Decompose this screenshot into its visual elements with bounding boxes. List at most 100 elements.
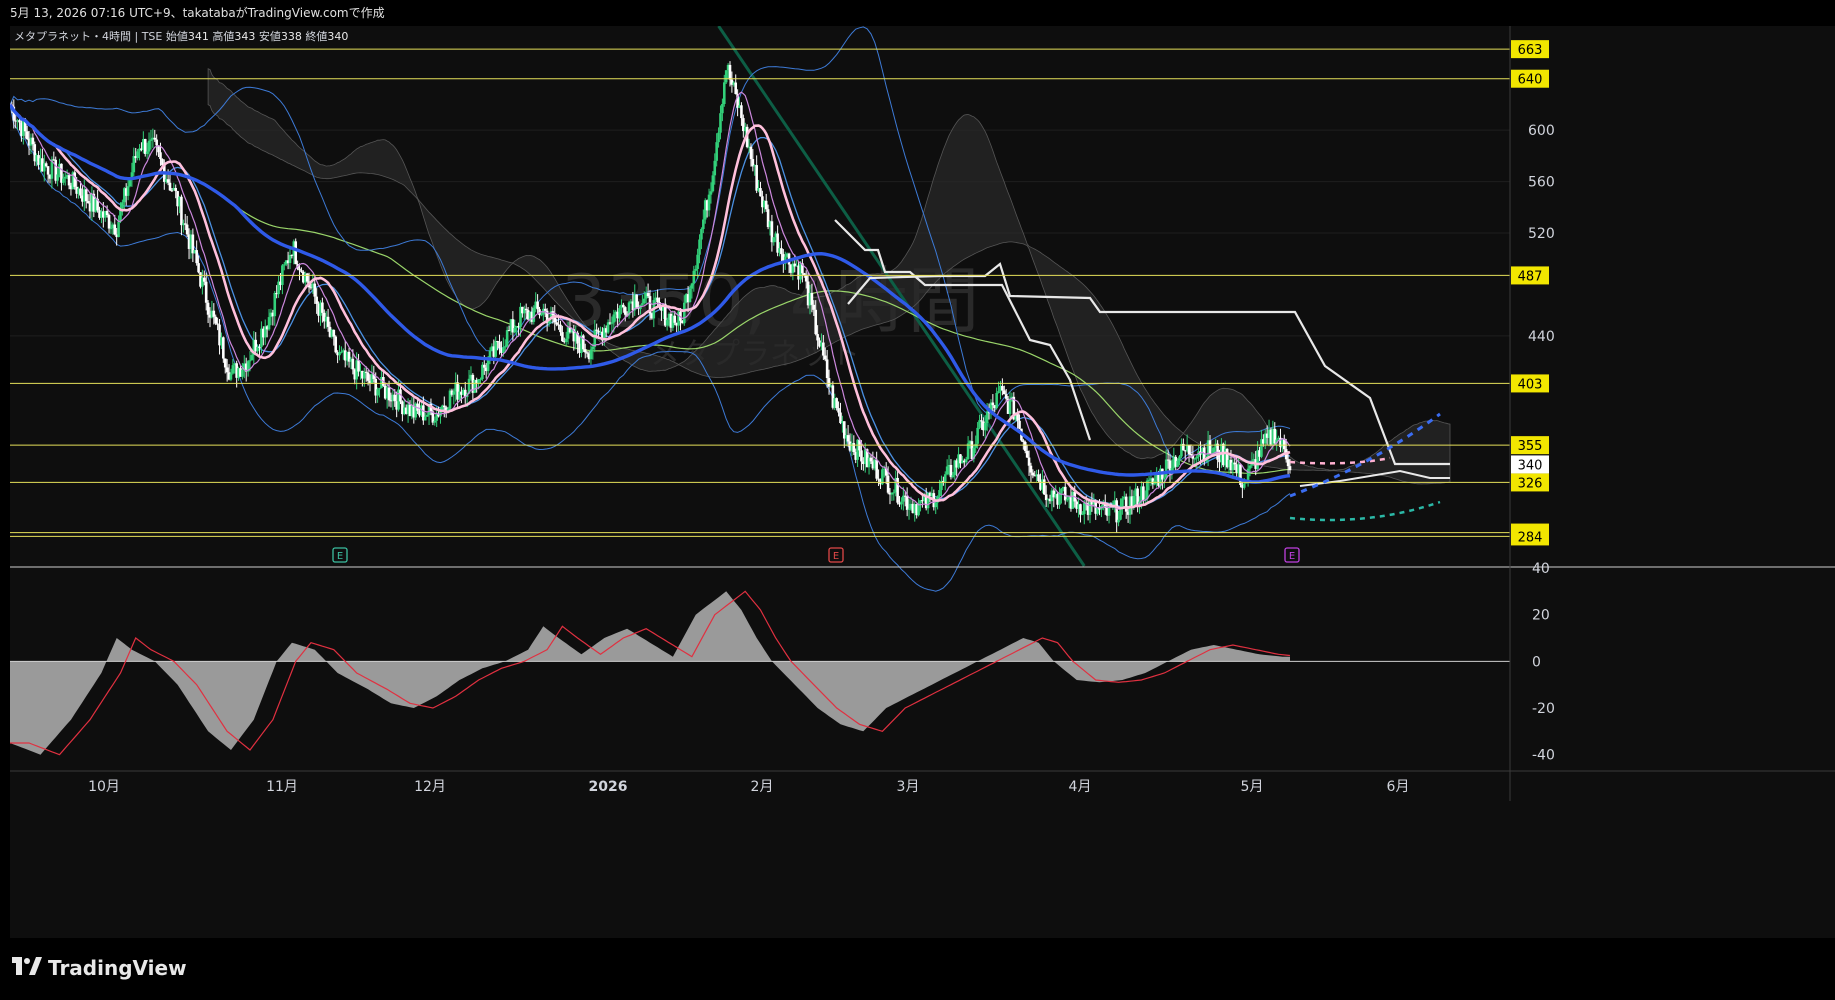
candle-up (1176, 460, 1179, 467)
candle-up (1193, 458, 1197, 460)
level-tag-label: 487 (1518, 269, 1543, 284)
time-tick-label: 2026 (589, 779, 628, 795)
candle-up (907, 508, 911, 510)
price-chart[interactable]: 3350, 4時間メタプラネット EEE 60056052044040200-2… (8, 25, 1835, 938)
candle-down (166, 179, 170, 183)
candle-down (835, 398, 838, 409)
candle-down (305, 273, 309, 282)
candle-up (682, 302, 686, 324)
candle-down (860, 450, 863, 462)
earnings-marker-label: E (833, 551, 839, 562)
legend-part: メタプラネット・4時間 (14, 30, 131, 43)
candle-up (985, 411, 989, 424)
earnings-marker-label: E (1289, 551, 1295, 562)
candle-up (1164, 459, 1168, 478)
candle-down (195, 250, 198, 264)
candle-up (479, 379, 482, 381)
level-tag-label: 355 (1518, 439, 1543, 454)
level-tag-label: 284 (1518, 530, 1543, 545)
candle-up (589, 349, 593, 360)
candle-down (326, 316, 330, 327)
candle-down (387, 387, 391, 401)
candle-up (964, 459, 968, 463)
candle-down (1025, 450, 1029, 458)
candle-up (717, 132, 720, 143)
candle-down (18, 120, 21, 123)
candle-up (1117, 519, 1120, 523)
candle-down (174, 187, 178, 192)
candle-up (612, 314, 616, 323)
candle-down (113, 224, 117, 235)
candle-up (721, 103, 724, 114)
candle-up (702, 219, 705, 230)
candle-up (722, 82, 726, 104)
tradingview-logo-icon (12, 956, 42, 980)
candle-up (1060, 488, 1063, 494)
candle-down (837, 408, 840, 413)
candle-up (63, 176, 67, 179)
candle-up (945, 466, 949, 475)
candle-up (1248, 465, 1252, 469)
macd-tick-label: -40 (1532, 748, 1555, 764)
candle-down (393, 394, 397, 402)
candle-down (822, 342, 825, 356)
candle-up (938, 490, 941, 497)
level-tag-label: 326 (1518, 476, 1543, 491)
legend-part: 終値 (302, 29, 328, 43)
candle-up (1065, 498, 1069, 501)
candle-down (583, 349, 587, 353)
candle-up (976, 427, 979, 444)
candle-up (696, 254, 699, 269)
candle-down (980, 420, 983, 422)
candle-down (1124, 496, 1128, 512)
candle-up (423, 416, 427, 421)
candle-down (536, 301, 539, 310)
candle-down (1166, 459, 1170, 461)
time-tick-label: 12月 (414, 779, 446, 795)
candle-down (814, 309, 818, 335)
candle-up (288, 255, 292, 264)
candle-up (147, 140, 151, 152)
candle-up (698, 239, 701, 255)
candle-up (711, 175, 715, 192)
chart-container[interactable]: 3350, 4時間メタプラネット EEE 60056052044040200-2… (8, 25, 1835, 938)
time-tick-label: 6月 (1387, 779, 1410, 795)
legend-part: 高値 (209, 29, 235, 43)
candle-down (1018, 420, 1021, 429)
level-tag-label: 403 (1518, 377, 1543, 392)
level-tag-label: 640 (1518, 73, 1543, 88)
candle-up (1242, 483, 1246, 488)
brand[interactable]: TradingView (12, 956, 187, 980)
candle-down (728, 64, 732, 80)
candle-down (759, 188, 762, 197)
candle-up (1121, 498, 1124, 507)
time-tick-label: 5月 (1241, 779, 1264, 795)
candle-up (241, 369, 244, 377)
candle-up (692, 270, 696, 284)
candle-up (715, 142, 718, 161)
candle-down (168, 182, 172, 191)
candle-down (905, 496, 909, 510)
candle-down (351, 358, 355, 370)
price-tick-label: 440 (1528, 329, 1555, 345)
candle-down (1142, 486, 1145, 501)
candle-down (298, 268, 301, 271)
candle-up (486, 359, 490, 372)
candle-down (869, 457, 873, 462)
candle-up (995, 392, 998, 409)
candle-up (1081, 514, 1084, 516)
candle-down (1004, 394, 1008, 399)
candle-down (214, 316, 218, 324)
candle-down (185, 224, 189, 235)
candle-down (364, 371, 368, 373)
candle-down (206, 302, 210, 315)
candle-down (903, 495, 907, 497)
candle-down (334, 336, 338, 353)
candle-down (1037, 474, 1040, 481)
time-tick-label: 4月 (1069, 779, 1092, 795)
time-tick-label: 11月 (266, 779, 298, 795)
candle-up (362, 371, 366, 379)
candle-down (555, 322, 558, 325)
candle-up (700, 229, 703, 240)
candle-down (498, 341, 501, 349)
